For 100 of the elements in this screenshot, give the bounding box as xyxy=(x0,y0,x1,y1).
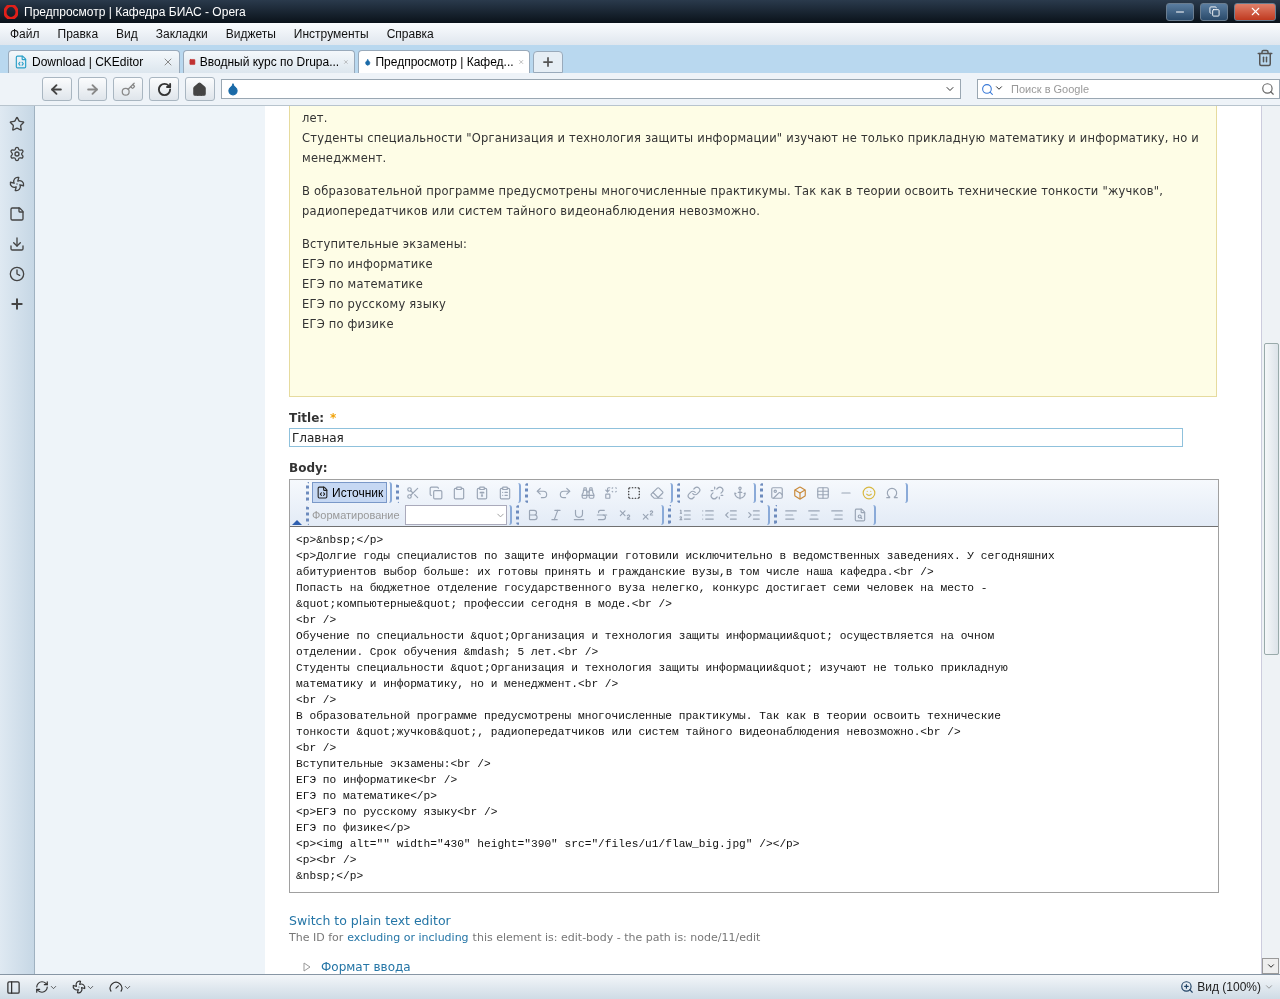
gear-icon[interactable] xyxy=(9,146,25,162)
table-icon[interactable] xyxy=(816,485,831,500)
caret-icon xyxy=(1264,982,1274,992)
code-line: <p><br /> xyxy=(296,853,358,868)
code-line: ЕГЭ по физике</p> xyxy=(296,821,412,836)
star-icon[interactable] xyxy=(9,116,25,132)
scrollbar-thumb[interactable] xyxy=(1264,343,1279,655)
align-right-icon[interactable] xyxy=(829,508,844,522)
search-field[interactable]: Поиск в Google xyxy=(977,79,1280,99)
numbered-list-icon[interactable] xyxy=(677,508,692,522)
back-button[interactable] xyxy=(42,77,72,101)
search-icon[interactable] xyxy=(1261,82,1275,96)
triangle-icon[interactable] xyxy=(303,962,311,972)
home-button[interactable] xyxy=(184,77,215,101)
binoculars-icon[interactable] xyxy=(581,485,596,500)
menu-item[interactable]: Файл xyxy=(10,27,49,41)
indent-icon[interactable] xyxy=(746,508,761,522)
cube-icon[interactable] xyxy=(793,485,808,500)
underline-icon[interactable] xyxy=(571,508,586,522)
plus-icon[interactable] xyxy=(9,296,25,312)
note-icon[interactable] xyxy=(9,206,25,222)
scroll-down-button[interactable] xyxy=(1262,958,1279,974)
forward-arrow-icon xyxy=(85,81,101,97)
code-line: <p><img alt="" width="430" height="390" src="/files/u1/flaw_big.jpg" /></p> xyxy=(296,837,801,852)
format-label: Форматирование xyxy=(312,509,400,521)
anchor-icon[interactable] xyxy=(733,485,748,500)
replace-icon[interactable] xyxy=(604,485,619,500)
outdent-icon[interactable] xyxy=(723,508,738,522)
italic-icon[interactable] xyxy=(548,508,563,522)
trash-icon[interactable] xyxy=(1256,49,1274,67)
preview-text: Студенты специальности "Организация и технология защиты информации" изучают не только прикладную математику и информатику, но и менеджмент. xyxy=(302,130,1201,167)
menu-item[interactable]: Вид xyxy=(116,27,147,41)
address-field[interactable] xyxy=(220,79,962,99)
bulleted-list-icon[interactable] xyxy=(700,508,715,522)
scissors-icon[interactable] xyxy=(406,485,421,500)
preview-text: Вступительные экзамены: xyxy=(302,236,469,253)
preview-text: ЕГЭ по русскому языку xyxy=(302,296,448,313)
input-format-link[interactable]: Формат ввода xyxy=(321,960,411,974)
minimize-button[interactable] xyxy=(1166,2,1194,21)
superscript-icon[interactable] xyxy=(640,508,655,522)
fan-icon[interactable] xyxy=(9,176,25,192)
key-icon xyxy=(120,81,136,97)
preview-text: ЕГЭ по физике xyxy=(302,316,395,333)
source-button[interactable]: Источник xyxy=(312,482,388,503)
image-icon[interactable] xyxy=(770,485,785,500)
code-line: Попасть на бюджетное отделение государственного вуза нелегко, конкурс достигает семи человек на место - xyxy=(296,581,989,596)
zoom-button[interactable]: Вид (100%) xyxy=(1180,980,1274,994)
drop-icon xyxy=(225,82,240,96)
restore-button[interactable] xyxy=(1200,2,1228,21)
smiley-icon[interactable] xyxy=(862,485,877,500)
paste-text-icon[interactable] xyxy=(475,485,490,500)
fan-icon[interactable] xyxy=(72,980,86,994)
reload-button[interactable] xyxy=(149,77,179,101)
omega-icon[interactable] xyxy=(885,485,900,500)
switch-editor-link[interactable]: Switch to plain text editor xyxy=(289,913,1217,928)
browser-tab[interactable]: Предпросмотр | Кафед... xyxy=(358,50,530,73)
close-icon[interactable] xyxy=(162,56,174,68)
redo-icon[interactable] xyxy=(558,485,573,500)
paste-word-icon[interactable] xyxy=(498,485,513,500)
browser-tab[interactable]: Download | CKEditor xyxy=(8,50,180,73)
sync-icon[interactable] xyxy=(35,980,49,994)
paste-icon[interactable] xyxy=(452,485,467,500)
code-line: тонкости &quot;жучков&quot;, радиопередатчиков или систем тайного видеонаблюдения невозможно.<br /> xyxy=(296,725,962,740)
menu-item[interactable]: Инструменты xyxy=(293,27,378,41)
format-select[interactable] xyxy=(404,505,507,525)
menu-item[interactable]: Виджеты xyxy=(225,27,285,41)
preview-icon[interactable] xyxy=(852,508,867,522)
field-label: Title: xyxy=(289,411,325,425)
code-line: Обучение по специальности &quot;Организация и технология защиты информации&quot; осуществляется на очном xyxy=(296,629,996,644)
code-line: <p>&nbsp;</p> xyxy=(296,533,385,548)
new-tab-button[interactable] xyxy=(533,51,563,73)
align-center-icon[interactable] xyxy=(806,508,821,522)
select-all-icon[interactable] xyxy=(627,485,642,500)
menu-item[interactable]: Закладки xyxy=(155,27,217,41)
subscript-icon[interactable] xyxy=(617,508,632,522)
unlink-icon[interactable] xyxy=(710,485,725,500)
note-text: this element is: edit-body - the path is: node/11/edit xyxy=(472,931,761,944)
forward-button[interactable] xyxy=(77,77,108,101)
panel-toggle-icon[interactable] xyxy=(6,979,21,995)
browser-tab[interactable]: Вводный курс по Drupa... xyxy=(183,50,355,73)
strikethrough-icon[interactable] xyxy=(594,508,609,522)
gauge-icon[interactable] xyxy=(109,980,123,994)
field-label: Body: xyxy=(289,461,328,475)
download-icon[interactable] xyxy=(9,236,25,252)
menu-item[interactable]: Справка xyxy=(386,27,443,41)
title-input[interactable]: Главная xyxy=(289,428,1183,447)
preview-text: ЕГЭ по информатике xyxy=(302,256,434,273)
key-button[interactable] xyxy=(113,77,144,101)
note-link[interactable]: excluding or including xyxy=(347,931,469,944)
page-icon xyxy=(14,55,28,69)
code-line: В образовательной программе предусмотрены многочисленные практикумы. Так как в теории освоить технические xyxy=(296,709,1002,724)
menu-item[interactable]: Правка xyxy=(57,27,108,41)
eraser-icon[interactable] xyxy=(650,485,665,500)
copy-icon[interactable] xyxy=(429,485,444,500)
undo-icon[interactable] xyxy=(535,485,550,500)
close-button[interactable] xyxy=(1234,2,1276,21)
code-line: <br /> xyxy=(296,693,338,708)
clock-icon[interactable] xyxy=(9,266,25,282)
link-icon[interactable] xyxy=(687,485,702,500)
align-left-icon[interactable] xyxy=(783,508,798,522)
